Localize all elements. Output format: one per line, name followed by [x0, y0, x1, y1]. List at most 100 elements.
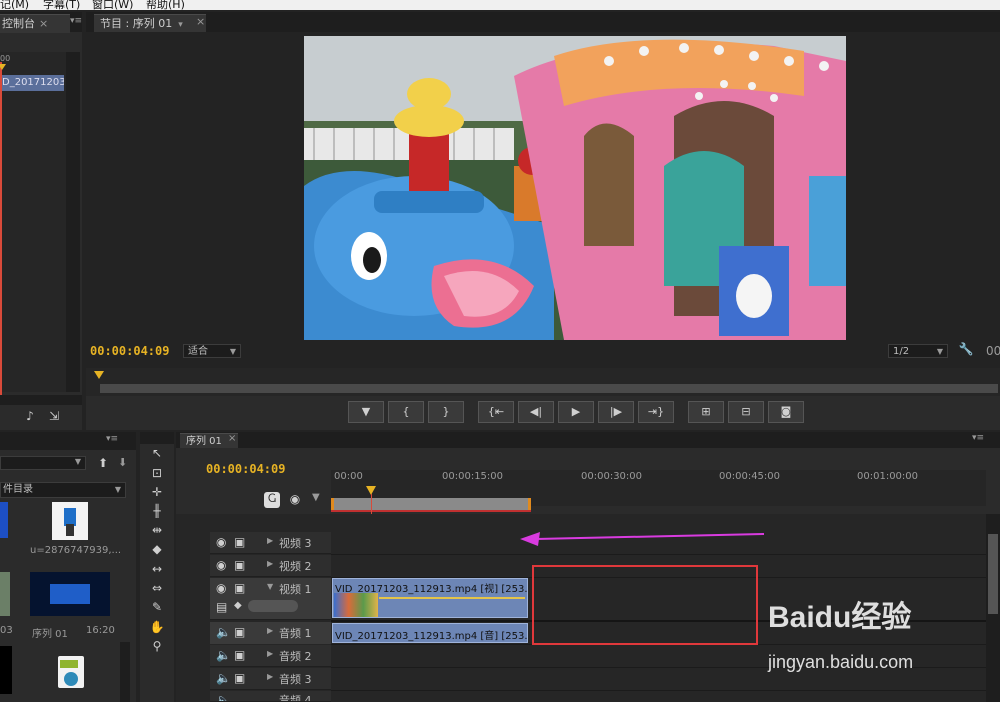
opacity-line[interactable]	[379, 597, 525, 599]
expand-arrow-icon[interactable]: ▼	[267, 582, 273, 591]
track-header-audio-3[interactable]: 🔈 ▣ ▶ 音频 3	[210, 668, 331, 690]
speaker-icon[interactable]: 🔈	[216, 671, 231, 685]
resolution-dropdown[interactable]: 1/2 ▼	[888, 344, 948, 358]
ruler-tick-0: 00:00	[334, 471, 363, 482]
tab-close-icon[interactable]: ×	[39, 17, 48, 30]
source-clip[interactable]: D_20171203_1	[2, 75, 64, 91]
source-playhead-handle-icon[interactable]	[0, 64, 6, 70]
panel-menu-icon[interactable]: ▾≡	[106, 434, 118, 444]
fit-dropdown[interactable]: 适合 ▼	[183, 344, 241, 358]
display-style-icon[interactable]: ▤	[216, 600, 227, 614]
tab-effect-controls[interactable]: 控制台 ×	[0, 14, 70, 33]
source-scrollbar[interactable]	[66, 52, 80, 392]
keyframe-navigator[interactable]	[248, 600, 298, 612]
speaker-icon[interactable]: 🔈	[216, 625, 231, 639]
step-forward-button[interactable]: |▶	[598, 401, 634, 423]
lift-button[interactable]: ⊞	[688, 401, 724, 423]
menu-item-window[interactable]: 窗口(W)	[92, 0, 133, 10]
menu-item-title[interactable]: 字幕(T)	[43, 0, 80, 10]
pen-tool-icon[interactable]: ✎	[148, 600, 166, 614]
video-clip[interactable]: VID_20171203_112913.mp4 [视] [253.37	[332, 578, 528, 618]
source-playhead[interactable]	[0, 62, 2, 402]
export-frame-button[interactable]: ◙	[768, 401, 804, 423]
track-header-audio-2[interactable]: 🔈 ▣ ▶ 音频 2	[210, 645, 331, 667]
project-item-sequence-thumb[interactable]	[30, 572, 110, 616]
eye-icon[interactable]: ◉	[216, 535, 226, 549]
film-icon[interactable]: ▣	[234, 581, 245, 595]
snap-icon[interactable]: Ⴚ	[264, 492, 280, 508]
extract-button[interactable]: ⊟	[728, 401, 764, 423]
tab-close-icon[interactable]: ×	[196, 15, 205, 28]
project-item-black-thumb[interactable]	[0, 646, 12, 694]
hand-tool-icon[interactable]: ✋	[148, 620, 166, 634]
audio-clip[interactable]: VID_20171203_112913.mp4 [音] [253.37	[332, 623, 528, 643]
track-header-video-2[interactable]: ◉ ▣ ▶ 视频 2	[210, 555, 331, 577]
project-scrollbar[interactable]	[120, 642, 130, 702]
arrow-down-icon[interactable]: ⬇	[118, 456, 127, 469]
go-to-out-button[interactable]: ⇥}	[638, 401, 674, 423]
expand-arrow-icon[interactable]: ▶	[267, 626, 273, 635]
mark-in-button[interactable]: ▼	[348, 401, 384, 423]
speaker-icon[interactable]: 🔈	[216, 648, 231, 662]
expand-arrow-icon[interactable]: ▶	[267, 559, 273, 568]
project-filter-dropdown[interactable]: ▼	[0, 456, 86, 470]
arrow-up-icon[interactable]: ⬆	[96, 456, 110, 470]
track-select-tool-icon[interactable]: ⊡	[148, 466, 166, 480]
project-item-partial-thumb[interactable]	[0, 572, 10, 616]
mark-in-point-button[interactable]: {	[388, 401, 424, 423]
eye-icon[interactable]: ◉	[216, 581, 226, 595]
zoom-tool-icon[interactable]: ⚲	[148, 639, 166, 653]
expand-arrow-icon[interactable]: ▶	[267, 649, 273, 658]
rolling-edit-tool-icon[interactable]: ╫	[148, 504, 166, 518]
razor-tool-icon[interactable]: ◆	[148, 542, 166, 556]
track-header-audio-4[interactable]: 🔈 音频 4	[210, 691, 331, 702]
go-to-in-button[interactable]: {⇤	[478, 401, 514, 423]
mark-out-point-button[interactable]: }	[428, 401, 464, 423]
source-zoom-bar[interactable]	[0, 395, 82, 405]
tab-close-icon[interactable]: ×	[228, 433, 236, 444]
project-item-thumb-partial[interactable]	[0, 502, 8, 538]
ripple-edit-tool-icon[interactable]: ✛	[148, 485, 166, 499]
program-zoom-scrollbar[interactable]	[100, 384, 998, 393]
slide-tool-icon[interactable]: ⇔	[148, 581, 166, 595]
timeline-timecode[interactable]: 00:00:04:09	[206, 462, 285, 476]
track-header-audio-1[interactable]: 🔈 ▣ ▶ 音频 1	[210, 622, 331, 644]
film-icon[interactable]: ▣	[234, 558, 245, 572]
track-header-video-3[interactable]: ◉ ▣ ▶ 视频 3	[210, 532, 331, 554]
keyframe-icon[interactable]: ◆	[234, 600, 242, 611]
eye-icon[interactable]: ◉	[216, 558, 226, 572]
program-playhead-icon[interactable]	[94, 371, 104, 379]
sequence-dropdown-icon[interactable]: ▾	[178, 20, 183, 30]
slip-tool-icon[interactable]: ↔	[148, 562, 166, 576]
tab-program[interactable]: 节目 : 序列 01 ▾	[94, 14, 206, 32]
step-back-button[interactable]: ◀|	[518, 401, 554, 423]
panel-menu-icon[interactable]: ▾≡	[972, 433, 984, 443]
project-item-image-thumb[interactable]	[52, 502, 88, 540]
speaker-icon[interactable]: 🔈	[216, 693, 231, 701]
sync-lock-icon[interactable]: ▣	[234, 625, 245, 639]
rate-stretch-tool-icon[interactable]: ⇹	[148, 523, 166, 537]
chevron-down-icon: ▼	[229, 347, 236, 356]
menu-item-help[interactable]: 帮助(H)	[146, 0, 185, 10]
panel-menu-icon[interactable]: ▾≡	[70, 16, 82, 26]
track-name-video-3: 视频 3	[279, 537, 312, 550]
export-icon[interactable]: ⇲	[46, 409, 62, 423]
expand-arrow-icon[interactable]: ▶	[267, 672, 273, 681]
menu-item-marker[interactable]: 记(M)	[0, 0, 29, 10]
marker-icon[interactable]: ◉	[288, 492, 302, 506]
play-button[interactable]: ▶	[558, 401, 594, 423]
selection-tool-icon[interactable]: ↖	[148, 446, 166, 460]
program-timecode[interactable]: 00:00:04:09	[90, 344, 169, 358]
sync-lock-icon[interactable]: ▣	[234, 671, 245, 685]
audio-icon[interactable]: ♪	[22, 409, 38, 423]
project-item-sequence-name: 序列 01	[32, 629, 68, 640]
film-icon[interactable]: ▣	[234, 535, 245, 549]
mpg-file-icon[interactable]	[58, 656, 84, 688]
sync-lock-icon[interactable]: ▣	[234, 648, 245, 662]
expand-arrow-icon[interactable]: ▶	[267, 536, 273, 545]
track-header-video-1[interactable]: ◉ ▣ ▼ 视频 1 ▤ ◆	[210, 578, 331, 620]
add-marker-icon[interactable]: ▼	[312, 492, 320, 503]
bin-dropdown[interactable]: 件目录 ▼	[0, 482, 126, 498]
wrench-icon[interactable]: 🔧	[958, 342, 974, 356]
work-area-bar[interactable]	[331, 498, 531, 510]
